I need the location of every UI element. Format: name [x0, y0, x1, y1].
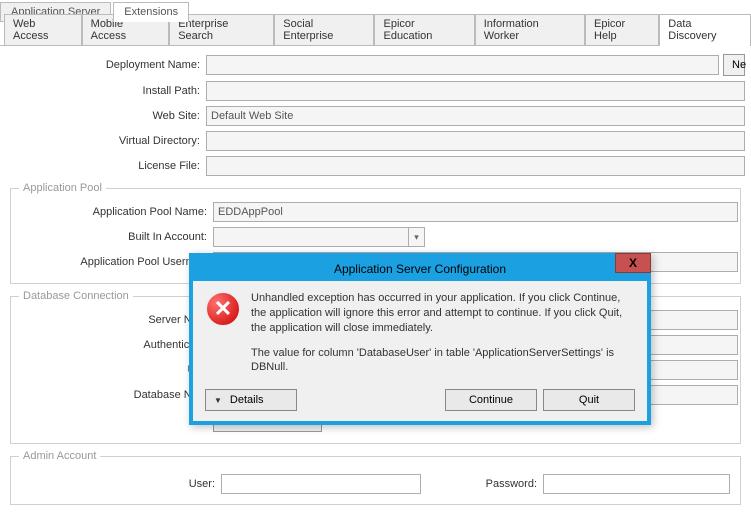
expand-down-icon: ▼: [214, 396, 222, 405]
tab-epicor-education[interactable]: Epicor Education: [374, 14, 474, 45]
label-virtual-directory: Virtual Directory:: [6, 135, 206, 147]
error-dialog: Application Server Configuration X ✕ Unh…: [189, 253, 651, 425]
label-app-pool-username: Application Pool Usernam: [13, 256, 213, 268]
label-deployment-name: Deployment Name:: [6, 59, 206, 71]
details-label: Details: [230, 394, 264, 406]
tab-extensions[interactable]: Extensions: [113, 2, 189, 22]
sub-tab-strip: Web Access Mobile Access Enterprise Sear…: [0, 22, 751, 46]
legend-application-pool: Application Pool: [19, 182, 106, 194]
dialog-paragraph-1: Unhandled exception has occurred in your…: [251, 291, 635, 336]
fieldset-admin-account: Admin Account User: Password:: [10, 450, 741, 505]
input-app-pool-name[interactable]: [213, 202, 738, 222]
error-icon: ✕: [205, 291, 241, 327]
legend-admin-account: Admin Account: [19, 450, 100, 462]
legend-database-connection: Database Connection: [19, 290, 133, 302]
details-button[interactable]: ▼ Details: [205, 389, 297, 411]
close-icon: X: [629, 256, 637, 270]
tab-information-worker[interactable]: Information Worker: [475, 14, 585, 45]
label-admin-user: User:: [21, 478, 221, 490]
input-install-path[interactable]: [206, 81, 745, 101]
dialog-title-text: Application Server Configuration: [334, 262, 506, 276]
tab-web-access[interactable]: Web Access: [4, 14, 82, 45]
input-virtual-directory[interactable]: [206, 131, 745, 151]
label-admin-password: Password:: [421, 478, 543, 490]
label-authentication: Authenticatio: [13, 339, 213, 351]
label-install-path: Install Path:: [6, 85, 206, 97]
input-admin-password[interactable]: [543, 474, 730, 494]
input-deployment-name[interactable]: [206, 55, 719, 75]
label-db-user: Use: [13, 364, 213, 376]
tab-data-discovery[interactable]: Data Discovery: [659, 14, 751, 46]
tab-social-enterprise[interactable]: Social Enterprise: [274, 14, 374, 45]
close-button[interactable]: X: [615, 253, 651, 273]
input-admin-user[interactable]: [221, 474, 421, 494]
label-built-in-account: Built In Account:: [13, 231, 213, 243]
label-web-site: Web Site:: [6, 110, 206, 122]
label-app-pool-name: Application Pool Name:: [13, 206, 213, 218]
dialog-titlebar[interactable]: Application Server Configuration X: [193, 257, 647, 281]
quit-button[interactable]: Quit: [543, 389, 635, 411]
combo-built-in-account[interactable]: [213, 227, 409, 247]
tab-epicor-help[interactable]: Epicor Help: [585, 14, 659, 45]
chevron-down-icon[interactable]: ▾: [409, 227, 425, 247]
input-license-file[interactable]: [206, 156, 745, 176]
continue-button[interactable]: Continue: [445, 389, 537, 411]
label-server-name: Server Nam: [13, 314, 213, 326]
new-button[interactable]: Ne: [723, 54, 745, 76]
label-license-file: License File:: [6, 160, 206, 172]
dialog-paragraph-2: The value for column 'DatabaseUser' in t…: [251, 346, 635, 376]
input-web-site[interactable]: [206, 106, 745, 126]
dialog-message: Unhandled exception has occurred in your…: [251, 291, 635, 375]
label-database-name: Database Nam: [13, 389, 213, 401]
